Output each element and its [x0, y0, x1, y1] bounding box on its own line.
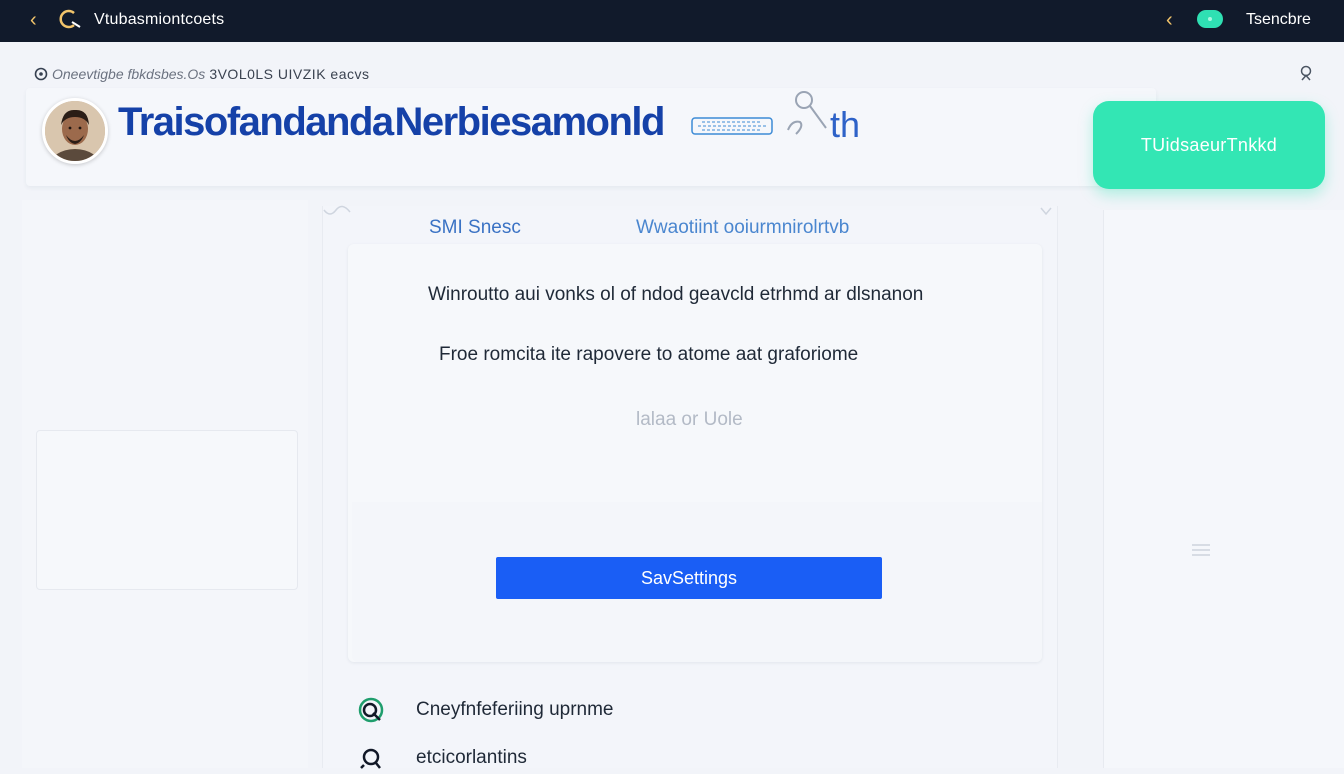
chevron-down-icon[interactable]	[322, 204, 352, 218]
app-title: Vtubasmiontcoets	[94, 11, 225, 28]
refresh-circle-icon	[358, 697, 384, 723]
collapse-chevron-icon[interactable]: ‹	[1166, 9, 1173, 31]
avatar[interactable]	[42, 98, 108, 164]
settings-hint-text: lalaa or Uole	[636, 409, 743, 430]
search-icon[interactable]	[782, 90, 832, 138]
save-settings-button[interactable]: SavSettings	[496, 557, 882, 599]
app-logo-icon	[59, 9, 81, 29]
target-icon	[34, 67, 48, 81]
list-item-label: etcicorlantins	[416, 747, 527, 768]
account-menu-label[interactable]: Tsencbre	[1246, 11, 1311, 29]
breadcrumb: Oneevtigbe fbkdsbes.Os 3VOL0LS UIVZIK ea…	[34, 64, 370, 84]
page-title: Traisofandanda Nerbiesamonld	[118, 100, 665, 144]
menu-icon[interactable]	[1190, 542, 1212, 558]
back-chevron-icon[interactable]: ‹	[30, 9, 48, 31]
chevron-down-icon[interactable]	[1038, 204, 1054, 218]
stamp-icon	[691, 117, 773, 135]
profile-icon[interactable]	[1297, 64, 1315, 82]
settings-description-line: Winroutto aui vonks ol of ndod geavcld e…	[428, 284, 924, 305]
title-suffix: th	[830, 104, 861, 145]
tab-notifications[interactable]: Wwaotiint ooiurmnirolrtvb	[636, 217, 849, 239]
avatar-portrait	[45, 101, 105, 161]
right-sidebar	[1103, 210, 1344, 768]
settings-description-line: Froe romcita ite rapovere to atome aat g…	[439, 344, 859, 365]
list-item-label: Cneyfnfeferiing uprnme	[416, 699, 614, 720]
breadcrumb-current: 3VOL0LS UIVZIK eacvs	[209, 66, 370, 82]
primary-action-button[interactable]: TUidsaeurTnkkd	[1093, 101, 1325, 189]
search-icon	[360, 748, 381, 769]
top-app-bar: ‹ Vtubasmiontcoets ‹ Tsencbre	[0, 0, 1344, 42]
status-toggle[interactable]	[1197, 10, 1223, 28]
list-item[interactable]: Cneyfnfeferiing uprnme	[356, 694, 614, 726]
tab-sms[interactable]: SMI Snesc	[429, 217, 521, 239]
breadcrumb-path[interactable]: Oneevtigbe fbkdsbes.Os	[52, 66, 205, 82]
list-item[interactable]: etcicorlantins	[356, 742, 527, 774]
left-sidebar-card	[36, 430, 298, 590]
